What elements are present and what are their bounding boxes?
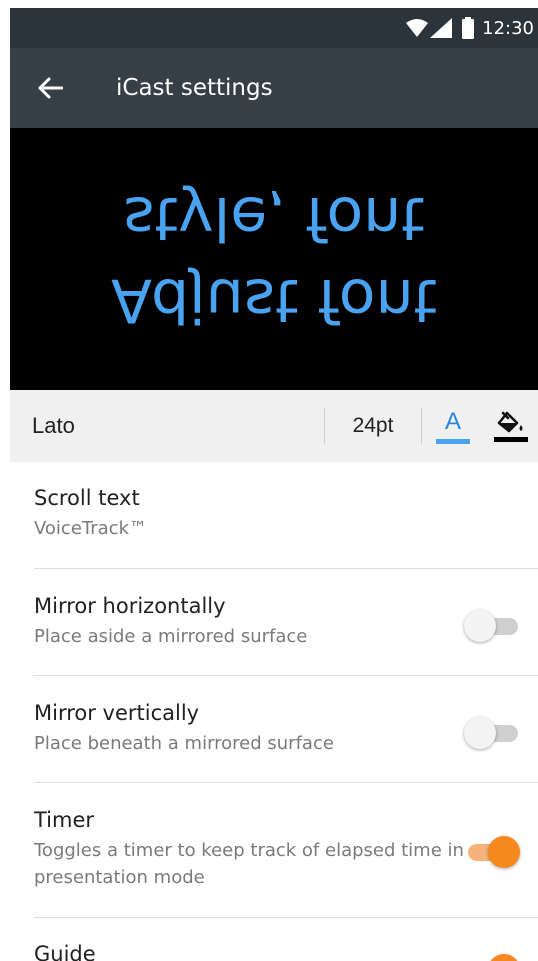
mirror-horizontally-toggle[interactable]: [464, 610, 520, 642]
switch-thumb: [488, 836, 520, 868]
setting-subtitle: Place aside a mirrored surface: [34, 626, 308, 647]
font-family-selector[interactable]: Lato: [10, 413, 324, 439]
status-time: 12:30: [482, 17, 534, 39]
setting-title: Mirror vertically: [34, 701, 200, 725]
preview-line-1: Adjust font: [110, 265, 437, 335]
switch-thumb: [464, 610, 496, 642]
setting-guide[interactable]: Guide: [34, 942, 538, 961]
setting-mirror-horizontally[interactable]: Mirror horizontally Place aside a mirror…: [34, 594, 538, 650]
page-title: iCast settings: [116, 75, 273, 101]
signal-icon: [430, 18, 453, 38]
divider: [34, 675, 538, 676]
background-color-swatch: [494, 436, 528, 442]
guide-toggle[interactable]: [464, 954, 520, 961]
wifi-icon: [406, 19, 429, 37]
preview-line-2: style, font: [123, 183, 425, 253]
text-color-icon: A: [444, 407, 461, 435]
battery-icon: [462, 17, 475, 39]
divider: [34, 782, 538, 783]
mirror-vertically-toggle[interactable]: [464, 717, 520, 749]
status-bar: 12:30: [10, 8, 538, 48]
switch-thumb: [464, 717, 496, 749]
timer-toggle[interactable]: [464, 836, 520, 868]
setting-mirror-vertically[interactable]: Mirror vertically Place beneath a mirror…: [34, 701, 538, 757]
font-color-button[interactable]: A: [422, 390, 484, 462]
setting-subtitle: VoiceTrack™: [34, 518, 148, 539]
font-size-selector[interactable]: 24pt: [325, 414, 421, 438]
setting-title: Timer: [34, 808, 95, 832]
setting-title: Scroll text: [34, 486, 140, 510]
setting-subtitle: Toggles a timer to keep track of elapsed…: [34, 840, 464, 888]
divider: [34, 917, 538, 918]
setting-title: Mirror horizontally: [34, 594, 226, 618]
divider: [34, 568, 538, 569]
teleprompter-preview: Adjust font style, font: [10, 128, 538, 390]
setting-subtitle: Place beneath a mirrored surface: [34, 733, 334, 754]
app-bar: iCast settings: [10, 48, 538, 128]
background-color-button[interactable]: [484, 390, 538, 462]
setting-title: Guide: [34, 942, 96, 961]
setting-scroll-text[interactable]: Scroll text VoiceTrack™: [34, 486, 538, 542]
back-button[interactable]: [10, 48, 90, 128]
font-toolbar: Lato 24pt A: [10, 390, 538, 462]
switch-thumb: [488, 954, 520, 961]
font-color-swatch: [436, 438, 470, 444]
setting-timer[interactable]: Timer Toggles a timer to keep track of e…: [34, 808, 464, 891]
paint-bucket-icon: [497, 411, 523, 432]
preview-text: Adjust font style, font: [10, 128, 538, 390]
arrow-back-icon: [38, 77, 63, 99]
